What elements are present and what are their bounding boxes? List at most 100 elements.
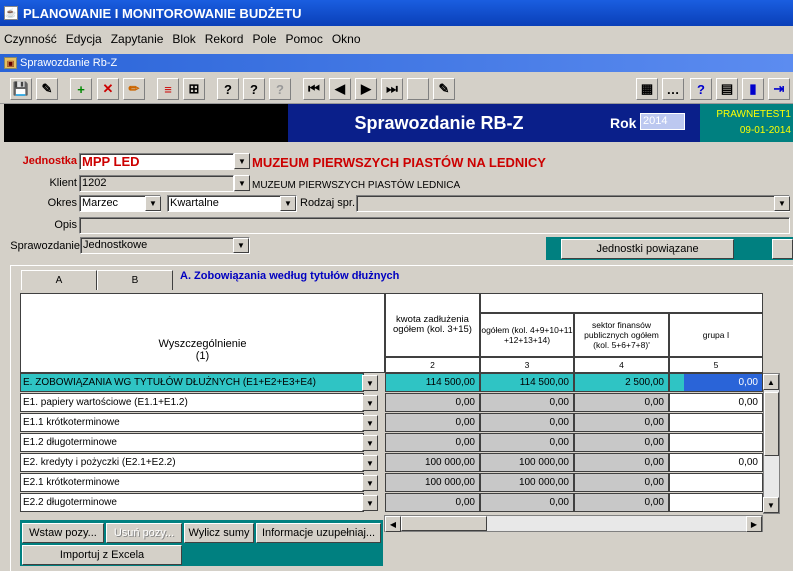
row-label[interactable]: E1.2 długoterminowe	[20, 433, 364, 452]
calendar-icon[interactable]: ▦	[636, 78, 658, 100]
scroll-right-icon[interactable]: ▶	[746, 516, 762, 532]
cell-ogolem[interactable]: 100 000,00	[480, 473, 574, 492]
jednostka-dropdown-icon[interactable]: ▼	[234, 153, 250, 169]
wylicz-sumy-button[interactable]: Wylicz sumy	[184, 523, 254, 543]
edit-icon[interactable]: ✎	[36, 78, 58, 100]
row-dropdown-icon[interactable]: ▼	[362, 455, 378, 471]
rodzaj-dropdown-icon[interactable]: ▼	[774, 196, 790, 211]
cell-sektor[interactable]: 0,00	[574, 433, 669, 452]
menu-blok[interactable]: Blok	[172, 32, 195, 46]
row-label[interactable]: E2. kredyty i pożyczki (E2.1+E2.2)	[20, 453, 364, 472]
scroll-up-icon[interactable]: ▲	[763, 374, 779, 390]
row-label[interactable]: E2.1 krótkoterminowe	[20, 473, 364, 492]
sprawozdanie-dropdown-icon[interactable]: ▼	[233, 238, 249, 253]
row-dropdown-icon[interactable]: ▼	[362, 395, 378, 411]
exit-icon[interactable]: ⇥	[768, 78, 790, 100]
prev-record-icon[interactable]: ◀	[329, 78, 351, 100]
jednostki-powiazane-button[interactable]: Jednostki powiązane	[561, 239, 734, 259]
insert-row-icon[interactable]: ≡	[157, 78, 179, 100]
menu-rekord[interactable]: Rekord	[205, 32, 244, 46]
row-label[interactable]: E. ZOBOWIĄZANIA WG TYTUŁÓW DŁUŻNYCH (E1+…	[20, 373, 364, 392]
more-icon[interactable]: …	[662, 78, 684, 100]
cell-ogolem[interactable]: 0,00	[480, 493, 574, 512]
cell-grupa[interactable]	[669, 473, 763, 492]
tab-a[interactable]: A	[21, 270, 97, 290]
okres-type-select[interactable]: Kwartalne	[167, 195, 297, 212]
cell-kwota[interactable]: 0,00	[385, 493, 480, 512]
menu-zapytanie[interactable]: Zapytanie	[111, 32, 164, 46]
okres-type-dropdown-icon[interactable]: ▼	[280, 196, 296, 211]
delete-icon[interactable]: ✕	[97, 78, 119, 100]
menu-edycja[interactable]: Edycja	[66, 32, 102, 46]
menu-pomoc[interactable]: Pomoc	[285, 32, 322, 46]
cell-grupa[interactable]	[669, 493, 763, 512]
print-icon[interactable]: ✎	[433, 78, 455, 100]
add-icon[interactable]: +	[70, 78, 92, 100]
info-icon[interactable]: ▮	[742, 78, 764, 100]
next-record-icon[interactable]: ▶	[355, 78, 377, 100]
cell-grupa[interactable]: 0,00	[669, 373, 763, 392]
menu-czynnosc[interactable]: Czynność	[4, 32, 57, 46]
scroll-down-icon[interactable]: ▼	[763, 497, 779, 513]
menu-okno[interactable]: Okno	[332, 32, 361, 46]
tab-b[interactable]: B	[97, 270, 173, 290]
jednostka-field[interactable]: MPP LED	[79, 153, 234, 170]
execute-query-icon[interactable]: ?	[243, 78, 265, 100]
cell-grupa[interactable]: 0,00	[669, 453, 763, 472]
cell-sektor[interactable]: 0,00	[574, 413, 669, 432]
calculator-icon[interactable]: ▤	[716, 78, 738, 100]
cell-grupa[interactable]	[669, 413, 763, 432]
cell-sektor[interactable]: 0,00	[574, 393, 669, 412]
wstaw-pozycje-button[interactable]: Wstaw pozy...	[22, 523, 104, 543]
menu-pole[interactable]: Pole	[252, 32, 276, 46]
cell-sektor[interactable]: 0,00	[574, 493, 669, 512]
cancel-query-icon[interactable]: ?	[269, 78, 291, 100]
extra-button[interactable]	[772, 239, 793, 259]
informacje-uzupelniajace-button[interactable]: Informacje uzupełniaj...	[256, 523, 381, 543]
cell-kwota[interactable]: 100 000,00	[385, 453, 480, 472]
rok-field[interactable]: 2014	[640, 113, 685, 130]
cell-grupa[interactable]	[669, 433, 763, 452]
cell-kwota[interactable]: 114 500,00	[385, 373, 480, 392]
row-dropdown-icon[interactable]: ▼	[362, 495, 378, 511]
row-dropdown-icon[interactable]: ▼	[362, 475, 378, 491]
importuj-z-excela-button[interactable]: Importuj z Excela	[22, 545, 182, 565]
query-icon[interactable]: ?	[217, 78, 239, 100]
first-record-icon[interactable]: ⏮	[303, 78, 325, 100]
grid-icon[interactable]: ⊞	[183, 78, 205, 100]
last-record-icon[interactable]: ⏭	[381, 78, 403, 100]
help-icon[interactable]: ?	[690, 78, 712, 100]
scroll-left-icon[interactable]: ◀	[385, 516, 401, 532]
cell-ogolem[interactable]: 114 500,00	[480, 373, 574, 392]
cell-kwota[interactable]: 0,00	[385, 433, 480, 452]
cell-kwota[interactable]: 0,00	[385, 393, 480, 412]
row-dropdown-icon[interactable]: ▼	[362, 435, 378, 451]
klient-field[interactable]: 1202	[79, 175, 234, 192]
cell-grupa[interactable]: 0,00	[669, 393, 763, 412]
okres-dropdown-icon[interactable]: ▼	[145, 196, 161, 211]
cell-sektor[interactable]: 2 500,00	[574, 373, 669, 392]
cell-kwota[interactable]: 100 000,00	[385, 473, 480, 492]
horizontal-scroll-thumb[interactable]	[401, 516, 487, 531]
cell-ogolem[interactable]: 0,00	[480, 413, 574, 432]
cell-ogolem[interactable]: 0,00	[480, 433, 574, 452]
klient-dropdown-icon[interactable]: ▼	[234, 175, 250, 191]
row-dropdown-icon[interactable]: ▼	[362, 375, 378, 391]
cell-sektor[interactable]: 0,00	[574, 453, 669, 472]
opis-field[interactable]	[79, 217, 790, 234]
row-dropdown-icon[interactable]: ▼	[362, 415, 378, 431]
row-label[interactable]: E2.2 długoterminowe	[20, 493, 364, 512]
row-label[interactable]: E1. papiery wartościowe (E1.1+E1.2)	[20, 393, 364, 412]
save-icon[interactable]: 💾	[10, 78, 32, 100]
blank-button[interactable]	[407, 78, 429, 100]
cell-ogolem[interactable]: 100 000,00	[480, 453, 574, 472]
cell-kwota[interactable]: 0,00	[385, 413, 480, 432]
clear-icon[interactable]: ✏	[123, 78, 145, 100]
vertical-scroll-thumb[interactable]	[764, 392, 779, 456]
cell-sektor[interactable]: 0,00	[574, 473, 669, 492]
cell-ogolem[interactable]: 0,00	[480, 393, 574, 412]
row-label[interactable]: E1.1 krótkoterminowe	[20, 413, 364, 432]
rodzaj-select[interactable]	[356, 195, 790, 212]
usun-pozycje-button[interactable]: Usuń pozy...	[106, 523, 182, 543]
sprawozdanie-select[interactable]: Jednostkowe	[80, 237, 250, 254]
